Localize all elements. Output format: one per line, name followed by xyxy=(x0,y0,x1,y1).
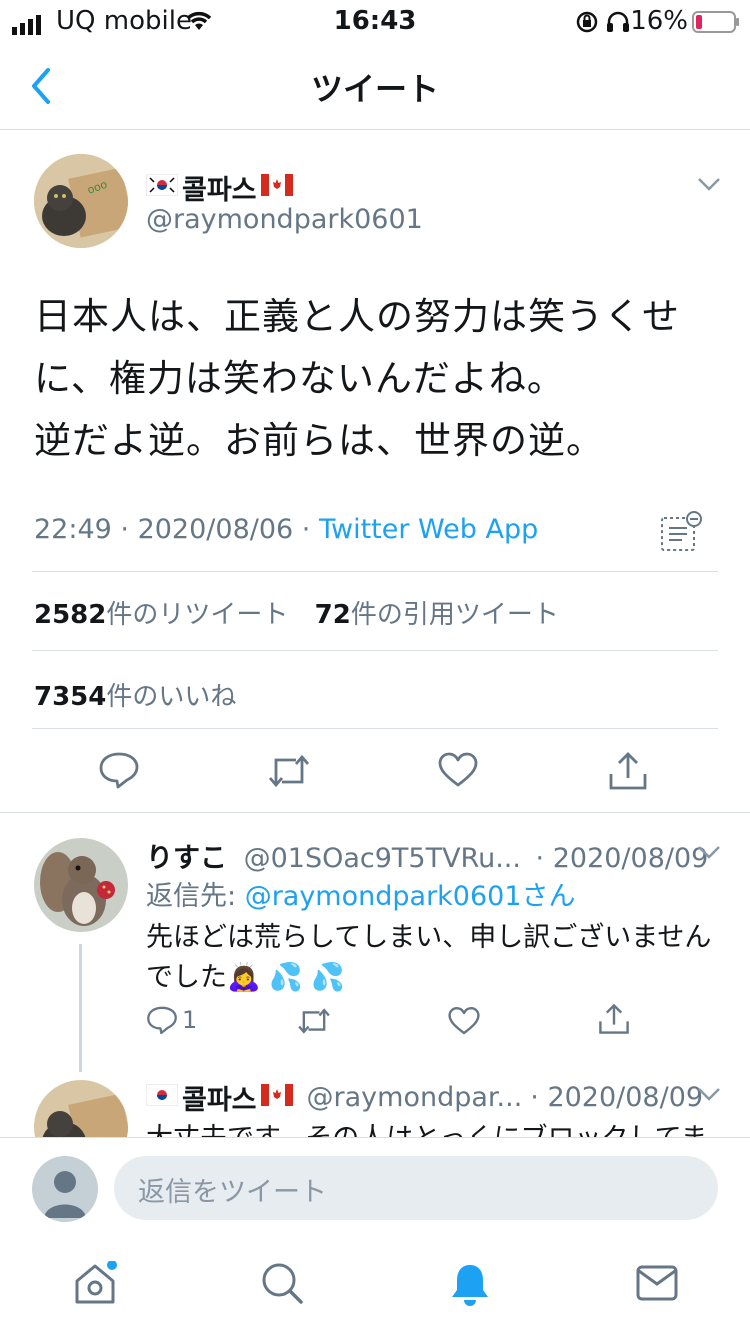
reply-button[interactable] xyxy=(98,750,140,790)
my-avatar[interactable] xyxy=(32,1156,98,1222)
battery-icon xyxy=(692,10,740,40)
avatar[interactable]: ooo xyxy=(34,154,128,248)
mail-icon xyxy=(636,1265,678,1301)
heart-icon xyxy=(448,1007,480,1035)
south-korea-flag-icon xyxy=(145,172,179,203)
share-icon xyxy=(609,752,647,790)
share-icon xyxy=(599,1003,629,1034)
retweet-button[interactable] xyxy=(296,1006,332,1036)
chevron-down-icon xyxy=(698,1088,720,1101)
reply-author-handle[interactable]: @01SOac9T5TVRu... xyxy=(244,843,521,874)
reply-header: りすこ @01SOac9T5TVRu... · 2020/08/09 xyxy=(146,836,708,875)
tweet-author-name[interactable]: 콜파스 xyxy=(182,168,257,207)
reply-to-line: 返信先: @raymondpark0601さん xyxy=(146,874,576,913)
reply-icon xyxy=(147,1006,177,1035)
retweet-icon xyxy=(298,1008,330,1034)
share-button[interactable] xyxy=(608,750,648,792)
headphones-icon xyxy=(606,10,630,40)
divider xyxy=(32,650,718,651)
home-icon xyxy=(75,1260,117,1304)
page-title: ツイート xyxy=(310,70,439,108)
like-button[interactable] xyxy=(438,752,478,788)
top-navigation: ツイート xyxy=(0,42,750,130)
retweet-icon xyxy=(268,754,310,788)
section-divider xyxy=(0,812,750,813)
reply-author-handle[interactable]: @raymondpar... xyxy=(307,1082,523,1113)
tab-bar xyxy=(0,1237,750,1334)
tweet-text: 日本人は、正義と人の努力は笑うくせ に、権力は笑わないんだよね。 逆だよ逆。お前… xyxy=(34,286,724,472)
tweet-time: 22:49 xyxy=(34,514,112,545)
tweet-text-line: 日本人は、正義と人の努力は笑うくせ xyxy=(34,295,680,338)
avatar[interactable] xyxy=(34,838,128,932)
tweet-text-line: 逆だよ逆。お前らは、世界の逆。 xyxy=(34,419,604,462)
tweet-text-line: に、権力は笑わないんだよね。 xyxy=(34,357,565,400)
reply-count: 1 xyxy=(182,1006,198,1034)
reply-author-name[interactable]: りすこ xyxy=(146,843,227,874)
tweet-menu-button[interactable] xyxy=(696,176,722,196)
retweet-button[interactable] xyxy=(266,752,312,790)
bell-icon xyxy=(452,1265,488,1306)
reply-text: 先ほどは荒らしてしまい、申し訳ございません でした🙇‍♀️ 💦 💦 xyxy=(146,918,726,998)
reply-text-line: 大丈夫です。その人はとっくにブロックしてま xyxy=(146,1116,707,1138)
likes-label: 件のいいね xyxy=(106,682,237,712)
analytics-icon[interactable] xyxy=(660,510,704,556)
reply-author-name[interactable]: 콜파스 xyxy=(182,1078,257,1117)
tab-search[interactable] xyxy=(260,1261,304,1309)
tweet-source-link[interactable]: Twitter Web App xyxy=(319,514,538,545)
reply-text-line: 先ほどは荒らしてしまい、申し訳ございません xyxy=(146,922,712,953)
tab-home[interactable] xyxy=(72,1260,118,1311)
reply-date: · 2020/08/09 xyxy=(530,1082,704,1113)
canada-flag-icon xyxy=(260,172,293,203)
like-button[interactable] xyxy=(448,1006,480,1036)
compose-bar: 返信をツイート xyxy=(0,1137,750,1237)
divider xyxy=(32,571,718,572)
reply-date: · 2020/08/09 xyxy=(535,843,709,874)
tweet-date: 2020/08/06 xyxy=(137,514,294,545)
divider xyxy=(32,728,718,729)
chevron-down-icon xyxy=(698,846,720,859)
reply-input-placeholder: 返信をツイート xyxy=(138,1177,327,1208)
avatar[interactable] xyxy=(34,1080,128,1138)
retweets-count: 2582 xyxy=(34,600,107,630)
tweet-meta: 22:49 · 2020/08/06 · Twitter Web App xyxy=(34,514,539,545)
canada-flag-icon xyxy=(260,1082,293,1113)
reply-header: 콜파스 @raymondpar... · 2020/08/09 xyxy=(145,1078,704,1117)
reply-menu-button[interactable] xyxy=(696,844,722,864)
south-korea-flag-icon xyxy=(145,1082,179,1113)
engagement-stats-row: 2582件のリツイート 72件の引用ツイート xyxy=(34,594,559,631)
reply-tweet[interactable]: 콜파스 @raymondpar... · 2020/08/09 大丈夫です。その… xyxy=(0,1070,750,1138)
quotes-count: 72 xyxy=(314,600,351,630)
thread-line xyxy=(79,944,82,1072)
tab-notifications[interactable] xyxy=(448,1261,492,1311)
reply-input[interactable]: 返信をツイート xyxy=(114,1156,718,1220)
reply-text-line: でした🙇‍♀️ 💦 💦 xyxy=(146,962,346,993)
reply-to-handle[interactable]: @raymondpark0601さん xyxy=(245,881,576,912)
quotes-label: 件の引用ツイート xyxy=(350,600,559,630)
status-bar: UQ mobile 16:43 16% xyxy=(0,0,750,42)
reply-button[interactable] xyxy=(146,1004,178,1036)
battery-percent: 16% xyxy=(630,6,688,36)
search-icon xyxy=(262,1263,303,1304)
reply-icon xyxy=(99,752,139,789)
likes-stat[interactable]: 7354件のいいね xyxy=(34,676,236,713)
default-user-icon xyxy=(44,1171,86,1218)
reply-to-prefix: 返信先: xyxy=(146,881,245,912)
orientation-lock-icon xyxy=(576,10,598,40)
reply-menu-button[interactable] xyxy=(696,1086,722,1106)
retweets-stat[interactable]: 2582件のリツイート xyxy=(34,600,288,630)
quotes-stat[interactable]: 72件の引用ツイート xyxy=(315,600,559,630)
likes-count: 7354 xyxy=(34,682,107,712)
share-button[interactable] xyxy=(598,1002,630,1036)
retweets-label: 件のリツイート xyxy=(106,600,289,630)
chevron-down-icon xyxy=(698,178,720,191)
heart-icon xyxy=(438,752,478,787)
tab-messages[interactable] xyxy=(636,1265,678,1305)
tweet-author-handle[interactable]: @raymondpark0601 xyxy=(146,204,423,235)
